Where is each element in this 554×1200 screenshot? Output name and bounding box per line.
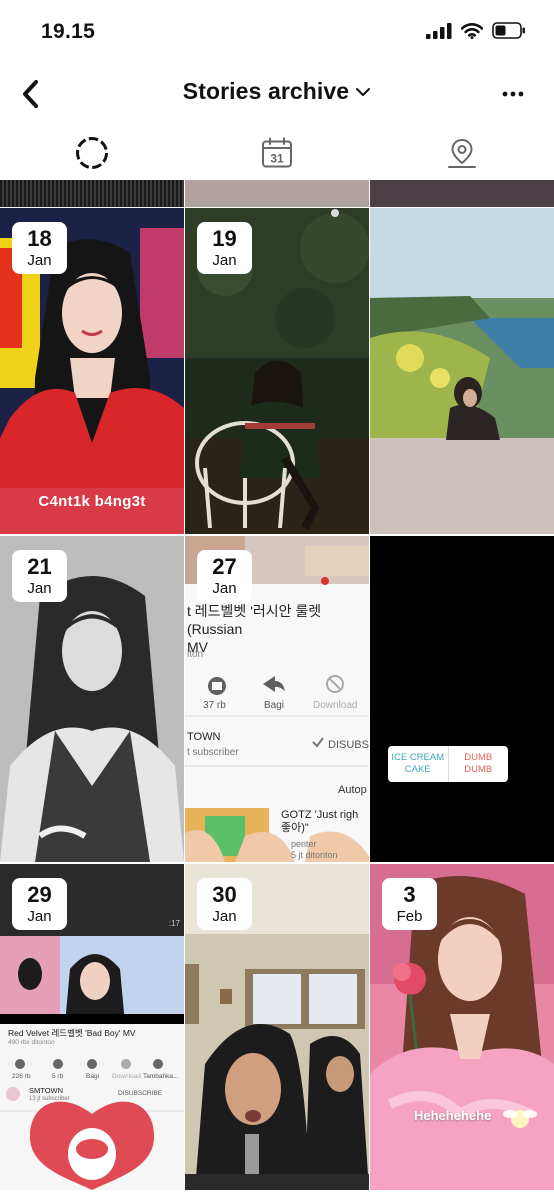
- header-bar: Stories archive: [0, 66, 554, 124]
- story-month: Jan: [27, 908, 52, 925]
- story-month: Feb: [396, 908, 423, 925]
- story-thumbnail-partial[interactable]: [370, 180, 554, 207]
- more-options-button[interactable]: [500, 82, 526, 106]
- song-chip: DUMB DUMB: [464, 752, 493, 775]
- story-date-badge: 29 Jan: [12, 878, 67, 930]
- video-subscribers: 13 jt subscriber: [29, 1096, 70, 1102]
- story-thumbnail-partial[interactable]: [185, 180, 369, 207]
- story-thumbnail[interactable]: 19 Jan: [185, 208, 369, 534]
- story-month: Jan: [212, 908, 237, 925]
- story-day: 3: [403, 882, 416, 907]
- story-date-badge: 18 Jan: [12, 222, 67, 274]
- video-time: :17: [168, 919, 180, 928]
- story-caption: Hehehehehe: [414, 1108, 492, 1123]
- story-day: 19: [212, 226, 237, 251]
- story-thumbnail[interactable]: [370, 208, 554, 534]
- status-icons: [426, 22, 526, 39]
- tab-map[interactable]: [369, 124, 554, 182]
- story-date-badge: 30 Jan: [197, 878, 252, 930]
- home-indicator: [183, 1190, 371, 1195]
- video-views: 490 rbx ditonton: [8, 1039, 55, 1046]
- story-date-badge: 27 Jan: [197, 550, 252, 602]
- more-dots-icon: [502, 91, 524, 97]
- story-thumbnail[interactable]: 21 Jan: [0, 536, 184, 862]
- story-month: Jan: [212, 252, 237, 269]
- video-download-label: Download: [313, 700, 358, 711]
- video-subscribers: t subscriber: [187, 747, 239, 758]
- video-likes: 37 rb: [203, 700, 226, 711]
- song-chip: ICE CREAM CAKE: [388, 746, 449, 782]
- next-video-meta: penter 5 jt ditonton: [291, 839, 338, 860]
- video-dislikes: 5 rb: [52, 1073, 64, 1080]
- next-video-title: GOTZ 'Just righ 좋아)": [281, 809, 359, 834]
- story-date-badge: 3 Feb: [382, 878, 437, 930]
- story-day: 27: [212, 554, 237, 579]
- video-subscribe-label: DISUBS: [328, 739, 369, 751]
- story-month: Jan: [27, 580, 52, 597]
- story-day: 18: [27, 226, 52, 251]
- video-autoplay-label: Autop: [338, 784, 367, 796]
- archive-type-dropdown[interactable]: Stories archive: [0, 78, 554, 105]
- story-grid: 18 Jan C4nt1k b4ng3t 19 Jan 21 Jan t 레드벨…: [0, 180, 554, 1200]
- status-bar: 19.15: [0, 0, 554, 66]
- tab-calendar[interactable]: 31: [185, 124, 370, 182]
- status-time: 19.15: [41, 20, 96, 43]
- story-day: 30: [212, 882, 237, 907]
- calendar-day-text: 31: [270, 152, 284, 166]
- video-subscribe-label: DISUBSCRIBE: [118, 1090, 163, 1097]
- video-channel: SMTOWN: [29, 1086, 64, 1095]
- story-date-badge: 19 Jan: [197, 222, 252, 274]
- story-image: [0, 180, 184, 207]
- battery-icon: [492, 22, 525, 39]
- video-download-label: Download: [112, 1073, 141, 1080]
- video-add-label: Tambahka...: [143, 1073, 179, 1080]
- video-views: iton: [187, 649, 204, 660]
- video-title: t 레드벨벳 '러시안 룰렛 (Russian MV: [187, 603, 322, 655]
- story-caption: C4nt1k b4ng3t: [38, 493, 146, 510]
- story-thumbnail[interactable]: 30 Jan: [185, 864, 369, 1190]
- video-share-label: Bagi: [86, 1073, 100, 1080]
- story-image: [370, 208, 554, 534]
- video-share-label: Bagi: [264, 700, 285, 711]
- story-month: Jan: [27, 252, 52, 269]
- calendar-icon: 31: [262, 137, 292, 168]
- video-title: Red Velvet 레드벨벳 'Bad Boy' MV: [8, 1028, 136, 1038]
- story-day: 29: [27, 882, 52, 907]
- tab-stories[interactable]: [0, 124, 185, 182]
- story-thumbnail[interactable]: 3 Feb Hehehehehe: [370, 864, 554, 1190]
- story-day: 21: [27, 554, 52, 579]
- story-thumbnail[interactable]: :17 Red Velvet 레드벨벳 'Bad Boy' MV 490 rbx…: [0, 864, 184, 1190]
- story-thumbnail[interactable]: t 레드벨벳 '러시안 룰렛 (Russian MV iton 37 rb Ba…: [185, 536, 369, 862]
- location-pin-icon: [447, 139, 476, 168]
- chevron-down-icon: [356, 87, 371, 96]
- wifi-icon: [461, 22, 483, 39]
- song-chips: ICE CREAM CAKE DUMB DUMB: [388, 746, 508, 782]
- page-title: Stories archive: [182, 78, 350, 104]
- story-thumbnail[interactable]: 18 Jan C4nt1k b4ng3t: [0, 208, 184, 534]
- archive-tabs: 31: [0, 124, 554, 182]
- story-date-badge: 21 Jan: [12, 550, 67, 602]
- video-likes: 226 rb: [12, 1073, 31, 1080]
- stories-circle-icon: [76, 137, 109, 169]
- story-month: Jan: [212, 580, 237, 597]
- story-thumbnail[interactable]: ICE CREAM CAKE DUMB DUMB: [370, 536, 554, 862]
- video-channel: TOWN: [187, 731, 221, 743]
- signal-icon: [426, 22, 452, 39]
- story-thumbnail-partial[interactable]: [0, 180, 184, 207]
